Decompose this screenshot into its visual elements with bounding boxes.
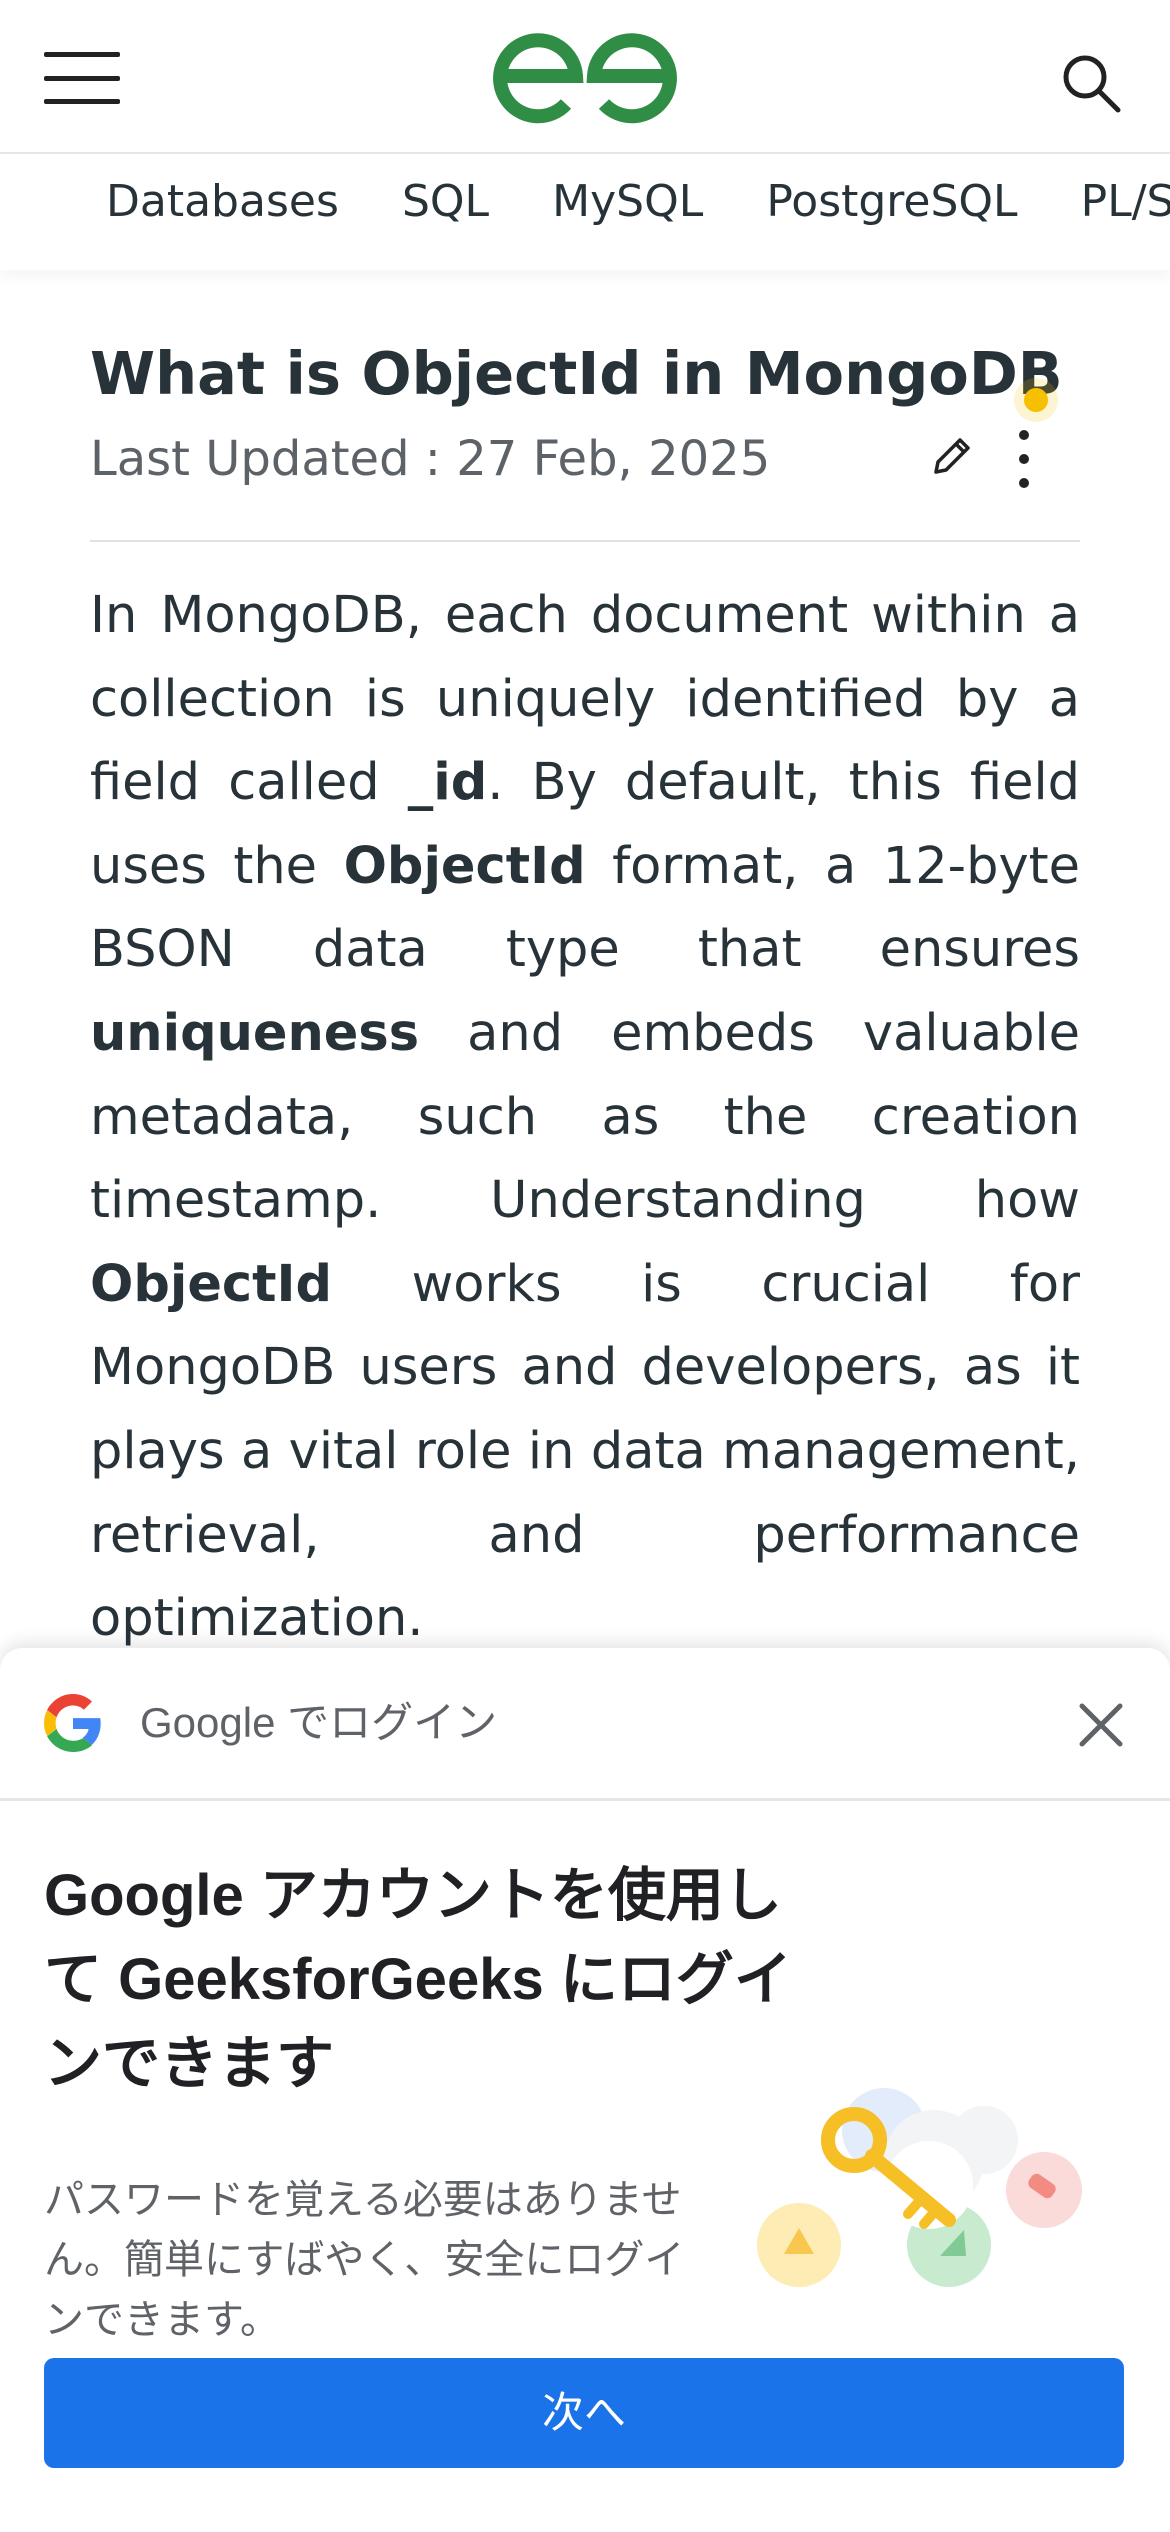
subnav-item-sql[interactable]: SQL [402, 176, 489, 227]
subnav-item-databases[interactable]: Databases [106, 176, 339, 227]
category-subnav: Databases SQL MySQL PostgreSQL PL/SQL [0, 154, 1170, 270]
geeksforgeeks-logo[interactable] [492, 26, 678, 126]
divider [90, 540, 1080, 542]
subnav-item-plsql[interactable]: PL/SQL [1081, 176, 1170, 227]
bold-text: uniqueness [90, 1003, 420, 1063]
search-icon[interactable] [1058, 50, 1124, 116]
article-paragraph: In MongoDB, each document within a colle… [90, 574, 1080, 1661]
article: What is ObjectId in MongoDB Last Updated… [90, 330, 1080, 1712]
bold-text: _id [407, 753, 488, 813]
close-icon[interactable] [1074, 1698, 1128, 1752]
next-button[interactable]: 次へ [44, 2358, 1124, 2468]
google-login-sheet: Google でログイン Google アカウントを使用して GeeksforG… [0, 1648, 1170, 2532]
sheet-header: Google でログイン [0, 1648, 1170, 1801]
bold-text: ObjectId [343, 836, 586, 896]
subnav-item-mysql[interactable]: MySQL [552, 176, 703, 227]
article-meta: Last Updated : 27 Feb, 2025 [90, 388, 1080, 494]
passkey-illustration-icon [757, 2088, 1082, 2287]
notification-dot [1024, 388, 1048, 412]
article-title: What is ObjectId in MongoDB [90, 339, 1063, 408]
sheet-title: Google でログイン [140, 1699, 498, 1746]
sheet-heading: Google アカウントを使用して GeeksforGeeks にログインできま… [44, 1863, 792, 2096]
hamburger-menu-icon[interactable] [44, 52, 120, 104]
top-header [0, 0, 1170, 154]
bold-text: ObjectId [90, 1254, 333, 1314]
subnav-item-postgresql[interactable]: PostgreSQL [766, 176, 1017, 227]
sheet-description: パスワードを覚える必要はありません。簡単にすばやく、安全にログインできます。 [44, 2178, 685, 2342]
last-updated-text: Last Updated : 27 Feb, 2025 [90, 431, 771, 487]
more-options-icon[interactable] [1010, 428, 1038, 490]
edit-pencil-icon[interactable] [928, 434, 974, 480]
google-g-icon [44, 1694, 101, 1752]
